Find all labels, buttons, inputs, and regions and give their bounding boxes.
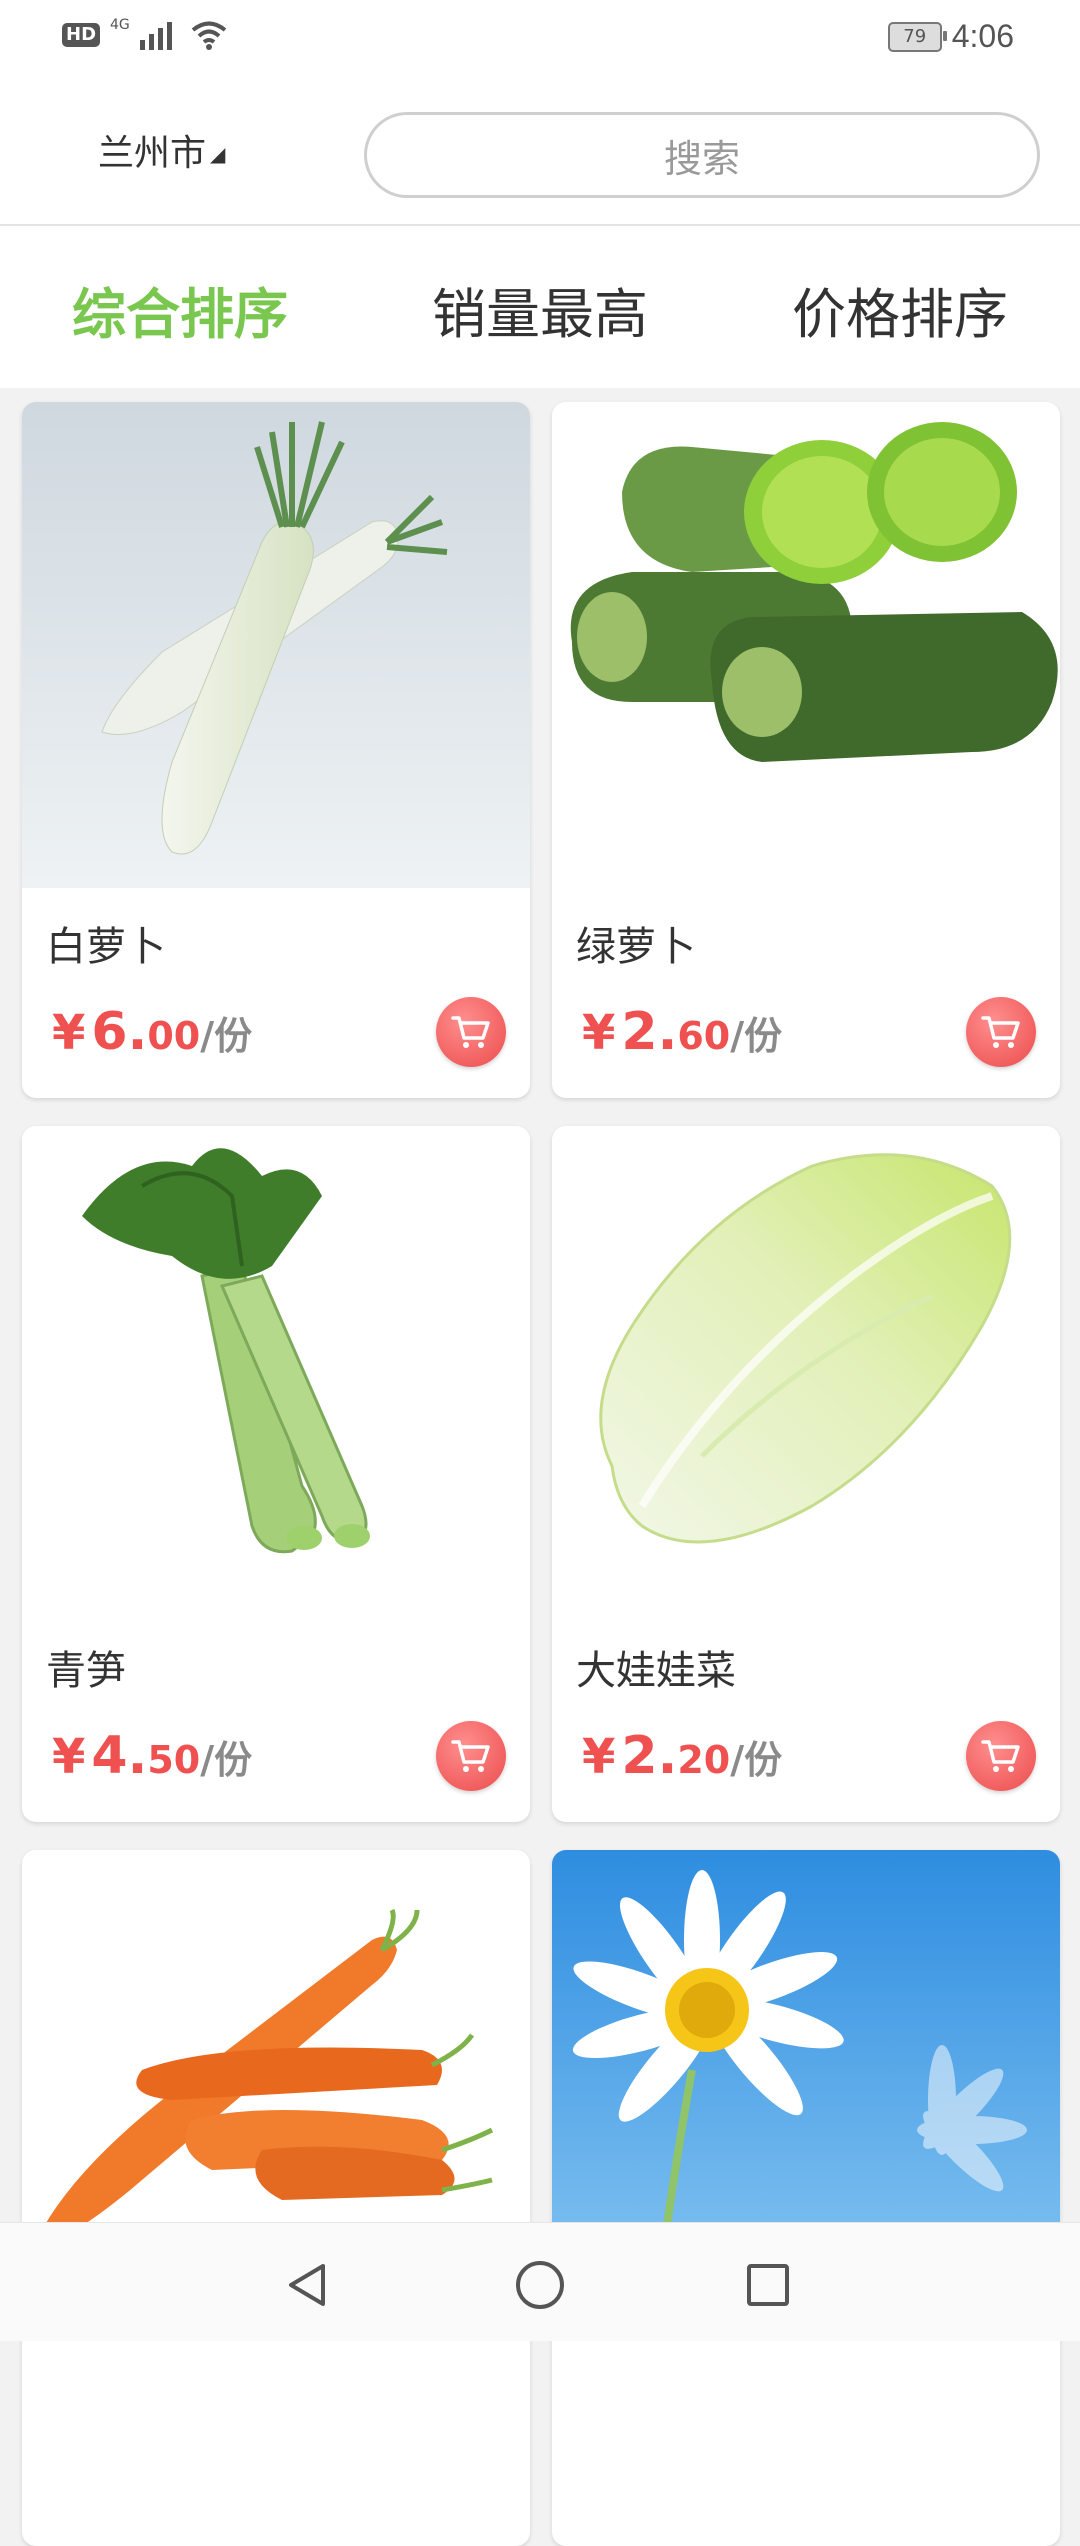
city-label: 兰州市 bbox=[98, 133, 207, 174]
add-to-cart-button[interactable] bbox=[966, 1721, 1036, 1791]
product-card[interactable]: 白萝卜 ¥ 6. 00 /份 bbox=[22, 402, 530, 1098]
product-card[interactable] bbox=[552, 1850, 1060, 2546]
nav-home-button[interactable] bbox=[510, 2255, 570, 2315]
tab-price-sort[interactable]: 价格排序 bbox=[720, 226, 1080, 388]
cart-icon bbox=[981, 1016, 1020, 1048]
price-integer: 4. bbox=[91, 1726, 148, 1786]
tab-comprehensive-sort[interactable]: 综合排序 bbox=[0, 226, 360, 388]
product-image-white-radish bbox=[22, 402, 530, 888]
product-card[interactable]: 大娃娃菜 ¥ 2. 20 /份 bbox=[552, 1126, 1060, 1822]
home-icon bbox=[516, 2261, 564, 2309]
search-placeholder: 搜索 bbox=[663, 136, 740, 181]
product-name: 大娃娃菜 bbox=[576, 1648, 736, 1694]
clock: 4:06 bbox=[951, 18, 1014, 54]
product-price: ¥ 6. 00 /份 bbox=[52, 1002, 252, 1062]
search-input[interactable]: 搜索 bbox=[364, 112, 1040, 198]
hd-icon: HD bbox=[62, 23, 101, 47]
cart-icon bbox=[451, 1016, 490, 1048]
price-unit: /份 bbox=[730, 1738, 783, 1782]
battery-icon: 79 bbox=[887, 21, 947, 52]
city-selector[interactable]: 兰州市 ◢ bbox=[98, 124, 225, 176]
product-card[interactable] bbox=[22, 1850, 530, 2546]
product-name: 绿萝卜 bbox=[576, 924, 696, 970]
currency-symbol: ¥ bbox=[582, 1729, 616, 1785]
back-icon bbox=[289, 2264, 325, 2306]
caret-down-icon: ◢ bbox=[210, 142, 226, 166]
currency-symbol: ¥ bbox=[582, 1005, 616, 1061]
product-name: 青笋 bbox=[46, 1648, 126, 1694]
product-image-green-radish bbox=[552, 402, 1060, 888]
add-to-cart-button[interactable] bbox=[966, 997, 1036, 1067]
status-right: 79 4:06 bbox=[887, 18, 1014, 55]
nav-recents-button[interactable] bbox=[738, 2255, 798, 2315]
status-left: HD 4G bbox=[62, 17, 228, 50]
battery-level: 79 bbox=[903, 26, 927, 47]
price-unit: /份 bbox=[730, 1014, 783, 1058]
add-to-cart-button[interactable] bbox=[436, 1721, 506, 1791]
product-price: ¥ 2. 60 /份 bbox=[582, 1002, 782, 1062]
price-integer: 2. bbox=[621, 1726, 678, 1786]
price-unit: /份 bbox=[200, 1738, 253, 1782]
signal-icon bbox=[139, 22, 172, 50]
nav-back-button[interactable] bbox=[278, 2255, 338, 2315]
product-card[interactable]: 绿萝卜 ¥ 2. 60 /份 bbox=[552, 402, 1060, 1098]
product-price: ¥ 2. 20 /份 bbox=[582, 1726, 782, 1786]
top-header: 兰州市 ◢ 搜索 bbox=[0, 80, 1080, 226]
tab-sales-highest[interactable]: 销量最高 bbox=[360, 226, 720, 388]
recents-icon bbox=[747, 2264, 789, 2306]
product-name: 白萝卜 bbox=[46, 924, 166, 970]
network-type: 4G bbox=[110, 17, 130, 33]
product-price: ¥ 4. 50 /份 bbox=[52, 1726, 252, 1786]
price-decimal: 20 bbox=[677, 1738, 731, 1782]
price-integer: 6. bbox=[91, 1002, 148, 1062]
product-image-celtuce bbox=[22, 1126, 530, 1612]
price-decimal: 60 bbox=[677, 1014, 731, 1058]
product-image-baby-cabbage bbox=[552, 1126, 1060, 1612]
status-bar: HD 4G 79 4:06 bbox=[0, 0, 1080, 80]
price-decimal: 50 bbox=[147, 1738, 201, 1782]
cart-icon bbox=[451, 1740, 490, 1772]
sort-tabs: 综合排序 销量最高 价格排序 bbox=[0, 226, 1080, 388]
price-decimal: 00 bbox=[147, 1014, 201, 1058]
currency-symbol: ¥ bbox=[52, 1729, 86, 1785]
system-nav-bar bbox=[0, 2222, 1080, 2341]
price-unit: /份 bbox=[200, 1014, 253, 1058]
cart-icon bbox=[981, 1740, 1020, 1772]
currency-symbol: ¥ bbox=[52, 1005, 86, 1061]
product-card[interactable]: 青笋 ¥ 4. 50 /份 bbox=[22, 1126, 530, 1822]
add-to-cart-button[interactable] bbox=[436, 997, 506, 1067]
wifi-icon bbox=[191, 21, 227, 50]
price-integer: 2. bbox=[621, 1002, 678, 1062]
